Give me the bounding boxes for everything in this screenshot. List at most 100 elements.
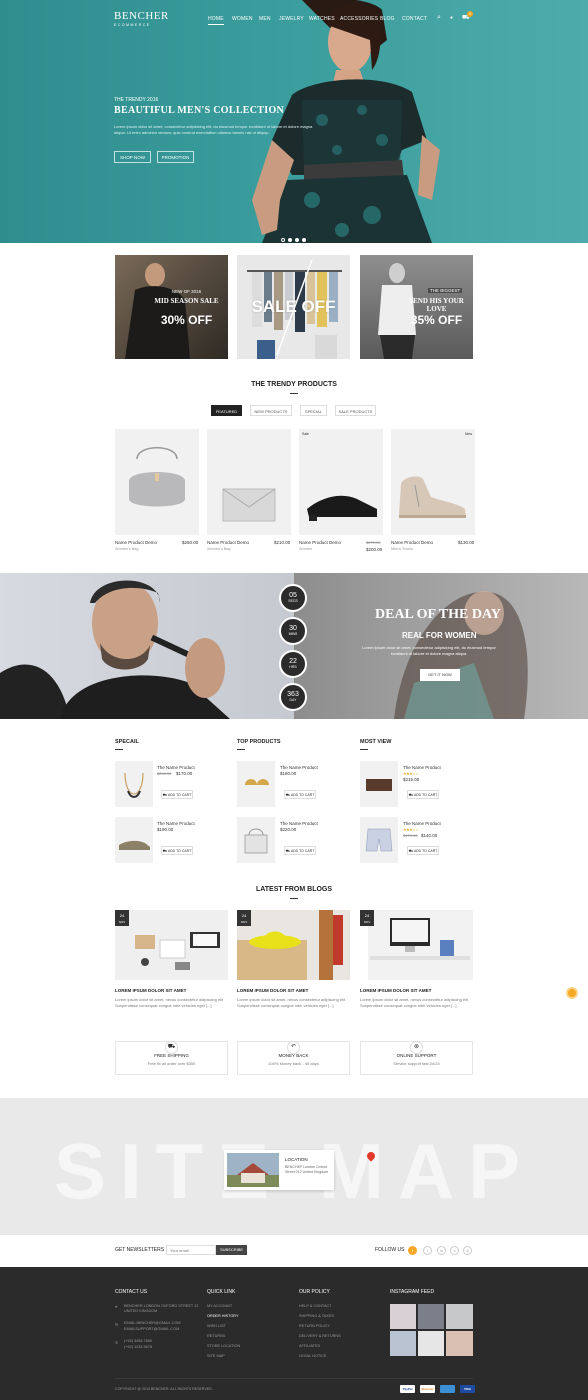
promo-small: THE BIGGEST [428,288,463,293]
tab-featured[interactable]: FEATURED [211,405,242,416]
nav-blog[interactable]: BLOG [380,16,395,22]
product-name[interactable]: Name Product Demo [299,540,341,545]
slider-dot[interactable] [302,238,306,242]
list-thumb-shorts[interactable] [360,817,398,863]
list-item-name[interactable]: The Name Product [403,821,441,826]
footer-link-help[interactable]: HELP & CONTACT [299,1304,332,1308]
product-name[interactable]: Name Product Demo [391,540,433,545]
instagram-photo[interactable] [446,1331,473,1356]
facebook-icon[interactable]: f [408,1246,417,1255]
list-thumb-loafer[interactable] [115,817,153,863]
linkedin-icon[interactable]: in [437,1246,446,1255]
slider-dot[interactable] [295,238,299,242]
instagram-photo[interactable] [418,1331,444,1356]
slider-dot[interactable] [281,238,285,242]
dribbble-icon[interactable]: ◎ [463,1246,472,1255]
footer-link-site-map[interactable]: SITE MAP [207,1354,225,1358]
nav-women[interactable]: WOMEN [232,16,253,22]
list-item-name[interactable]: The Name Product [280,821,318,826]
list-item-name[interactable]: The Name Product [157,821,195,826]
scroll-top-button[interactable] [566,987,578,999]
product-card[interactable] [207,429,291,535]
search-icon[interactable]: ⌕ [437,14,441,22]
product-name[interactable]: Name Product Demo [207,540,249,545]
footer-link-wish-list[interactable]: WISH LIST [207,1324,226,1328]
countdown-unit: DAY [289,698,297,702]
instagram-photo[interactable] [446,1304,473,1329]
skype-icon[interactable]: s [450,1246,459,1255]
instagram-photo[interactable] [390,1331,416,1356]
blog-image[interactable]: 24 NOV [237,910,350,980]
list-thumb-bag[interactable] [237,817,275,863]
blog-image[interactable]: 24 NOV [360,910,473,980]
twitter-icon[interactable]: t [423,1246,432,1255]
map-section[interactable]: SITE MAP LOCATION BENCHEF London Oxford … [0,1098,588,1235]
tab-new-products[interactable]: NEW PRODUCTS [250,405,292,416]
list-thumb-earrings[interactable] [237,761,275,807]
footer-link-store-location[interactable]: STORE LOCATION [207,1344,240,1348]
product-card[interactable]: Sale [299,429,383,535]
nav-jewelry[interactable]: JEWELRY [279,16,304,22]
feature-title: MONEY BACK [278,1053,309,1058]
logo[interactable]: BENCHER ECOMMERCE [114,10,169,27]
contact-email[interactable]: EMAIL:BENCHER@GMAIL.COM [124,1321,181,1325]
shop-now-button[interactable]: SHOP NOW [114,151,151,163]
tab-sale-products[interactable]: SALE PRODUCTS [335,405,376,416]
product-card[interactable] [115,429,199,535]
footer-link-legal[interactable]: LEGAL NOTICE [299,1354,327,1358]
hero-eyebrow: THE TRENDY 2016 [114,97,159,103]
rating-stars: ★★★☆☆ [403,771,419,776]
slider-dots[interactable] [281,229,306,243]
nav-men[interactable]: MEN [259,16,271,22]
copyright-text: COPYRIGHT @ 2015 BENCHER. ALL RIGHTS RES… [115,1387,213,1391]
list-item-name[interactable]: The Name Product [157,765,195,770]
nav-accessories[interactable]: ACCESSORIES [340,16,378,22]
list-item-name[interactable]: The Name Product [280,765,318,770]
newsletter-email-input[interactable] [166,1245,216,1255]
instagram-photo[interactable] [390,1304,416,1329]
footer-link-delivery[interactable]: DELIVERY & RETURNS [299,1334,341,1338]
nav-home[interactable]: HOME [208,16,224,25]
footer-link-my-account[interactable]: MY ACCOUNT [207,1304,232,1308]
product-name[interactable]: Name Product Demo [115,540,157,545]
contact-email-support[interactable]: EMAILSUPPORT@GMAIL.COM [124,1327,179,1331]
promo-sale-off[interactable]: SALE OFF [237,255,350,359]
add-to-cart-button[interactable]: ⛟ ADD TO CART [407,790,439,799]
promotion-button[interactable]: PROMOTION [157,151,194,163]
tab-special[interactable]: SPECIAL [300,405,327,416]
list-thumb-necklace[interactable] [115,761,153,807]
promo-mid-season[interactable]: NEW OF 2016 MID SEASON SALE 30% OFF [115,255,228,359]
blog-title[interactable]: LOREM IPSUM DOLOR SIT AMET [360,988,431,993]
blog-excerpt: Lorem ipsum dolor sit amet, nexus consec… [237,997,346,1008]
list-thumb-wallet[interactable] [360,761,398,807]
countdown-value: 05 [289,592,297,599]
footer-link-returns[interactable]: RETURNS [207,1334,225,1338]
add-to-cart-button[interactable]: ⛟ ADD TO CART [284,846,316,855]
blog-date-badge: 24 NOV [237,910,251,926]
footer-link-return-policy[interactable]: RETURN POLICY [299,1324,330,1328]
nav-contact[interactable]: CONTACT [402,16,427,22]
subscribe-button[interactable]: SUBSCRIBE [216,1245,247,1255]
add-to-cart-button[interactable]: ⛟ ADD TO CART [161,790,193,799]
blog-title[interactable]: LOREM IPSUM DOLOR SIT AMET [115,988,186,993]
countdown-value: 30 [289,625,297,632]
instagram-photo[interactable] [418,1304,444,1329]
promo-send-love[interactable]: THE BIGGEST SEND HIS YOUR LOVE 35% OFF [360,255,473,359]
footer-link-order-history[interactable]: ORDER HISTORY [207,1314,239,1318]
product-card[interactable]: New [391,429,475,535]
add-to-cart-button[interactable]: ⛟ ADD TO CART [161,846,193,855]
get-it-now-button[interactable]: GET IT NOW [420,669,460,681]
truck-icon: ⛟ [116,1035,227,1054]
countdown-unit: SECS [288,599,298,603]
blog-image[interactable]: 24 NOV [115,910,228,980]
list-item-name[interactable]: The Name Product [403,765,441,770]
blog-title[interactable]: LOREM IPSUM DOLOR SIT AMET [237,988,308,993]
footer-link-affiliates[interactable]: AFFILIATES [299,1344,320,1348]
user-icon[interactable]: ● [450,15,453,21]
footer-link-shipping[interactable]: SHIPPING & TAXES [299,1314,334,1318]
add-to-cart-button[interactable]: ⛟ ADD TO CART [407,846,439,855]
nav-watches[interactable]: WATCHES [309,16,335,22]
slider-dot[interactable] [288,238,292,242]
footer-divider [115,1378,473,1379]
add-to-cart-button[interactable]: ⛟ ADD TO CART [284,790,316,799]
